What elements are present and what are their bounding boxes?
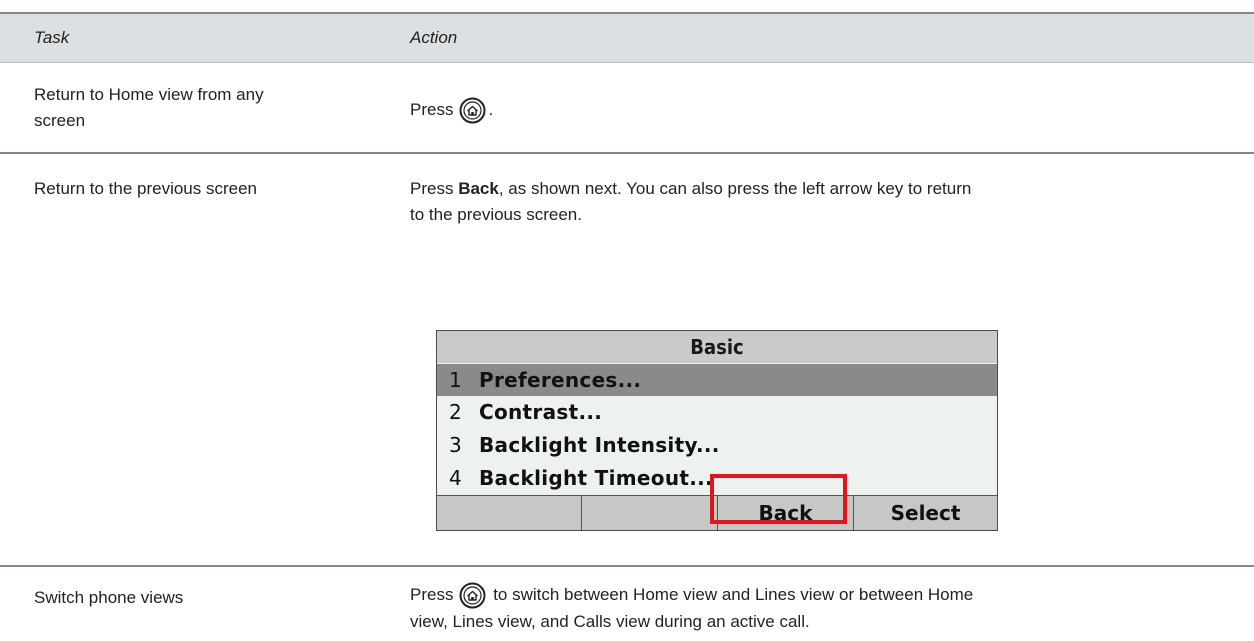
row2-action: Press Back, as shown next. You can also … (410, 176, 1230, 228)
row3-action: Press to switch between Home view and Li… (410, 582, 1240, 635)
menu-item-number: 1 (449, 368, 462, 392)
row3-action-line1: Press to switch between Home view and Li… (410, 582, 1240, 609)
row2-press-text: Press (410, 179, 454, 198)
row3-task: Switch phone views (34, 588, 184, 607)
menu-item-number: 4 (449, 466, 462, 490)
row2-divider (0, 565, 1254, 567)
row2-action-line1: Press Back, as shown next. You can also … (410, 176, 1230, 202)
back-softkey-highlight (710, 474, 847, 524)
row2-action-line2: to the previous screen. (410, 205, 582, 224)
row2-back-bold: Back (458, 179, 499, 198)
menu-item-number: 2 (449, 400, 462, 424)
row2-task: Return to the previous screen (34, 179, 258, 198)
row1-period: . (488, 100, 494, 119)
phone-screen-title: Basic (437, 331, 997, 363)
menu-item-label: Contrast... (479, 400, 603, 424)
task-action-table: Task Action Return to Home view from any… (0, 12, 1254, 631)
softkey-1 (437, 496, 581, 530)
softkey-2 (582, 496, 717, 530)
row1-task-line2: screen (34, 111, 86, 130)
row1-press-text: Press (410, 100, 454, 119)
row1-divider (0, 152, 1254, 154)
menu-item-label: Preferences... (479, 368, 642, 392)
row3-action-line2: view, Lines view, and Calls view during … (410, 612, 810, 632)
home-key-icon (459, 582, 486, 609)
phone-menu-item-1: 1 Preferences... (437, 364, 997, 396)
table-header-row: Task Action (0, 14, 1254, 62)
row1-task: Return to Home view from any screen (34, 82, 374, 134)
row1-action: Press. (410, 97, 493, 124)
row2-action-rest: , as shown next. You can also press the … (498, 179, 972, 198)
softkey-select: Select (890, 501, 961, 525)
row1-task-line1: Return to Home view from any (34, 85, 264, 104)
row3-action-rest: to switch between Home view and Lines vi… (493, 585, 974, 604)
header-task: Task (34, 28, 70, 47)
phone-menu-item-3: 3 Backlight Intensity... (437, 429, 997, 461)
row3-press-text: Press (410, 585, 454, 604)
menu-item-label: Backlight Timeout... (479, 466, 713, 490)
phone-menu-item-2: 2 Contrast... (437, 396, 997, 428)
menu-item-label: Backlight Intensity... (479, 433, 720, 457)
header-divider (0, 62, 1254, 63)
header-action: Action (410, 28, 458, 47)
menu-item-number: 3 (449, 433, 462, 457)
home-key-icon (459, 97, 486, 124)
